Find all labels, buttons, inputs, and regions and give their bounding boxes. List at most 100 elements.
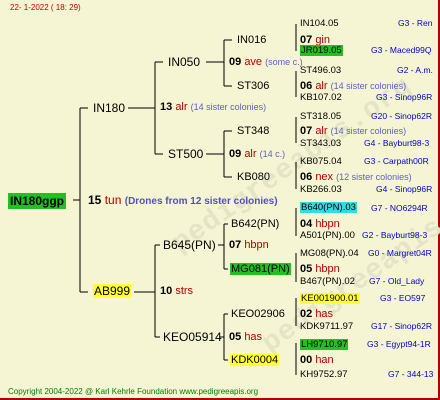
root-queen: tun bbox=[104, 193, 122, 207]
gen-number: 05 bbox=[229, 331, 242, 343]
info-a501: G2 - Bayburt98-3 bbox=[362, 230, 428, 240]
gen-number: 02 bbox=[300, 308, 313, 320]
bee-id: LH9710.97 bbox=[300, 339, 349, 350]
info-st496: G2 - A.m. bbox=[397, 65, 433, 75]
bee-st348[interactable]: ST348 bbox=[237, 126, 269, 137]
gen-in050: 09 ave (some c.) bbox=[229, 57, 303, 68]
root-bee[interactable]: IN180ggp bbox=[8, 193, 67, 209]
info-lh9710: G3 - Egypt94-1R bbox=[367, 339, 431, 349]
gen-number: 09 bbox=[229, 56, 242, 68]
colonies-note: (12 sister colonies) bbox=[336, 172, 412, 182]
gen-st500: 09 alr (14 c.) bbox=[229, 149, 285, 160]
queen-code: hbpn bbox=[315, 218, 340, 230]
bee-id: KE001900.01 bbox=[300, 293, 360, 304]
queen-code: ave bbox=[244, 56, 263, 68]
info-b640: G7 - NO6294R bbox=[371, 203, 428, 213]
gen-number: 06 bbox=[300, 80, 313, 92]
bee-id: MG081(PN) bbox=[230, 263, 291, 275]
root-gen-number: 15 bbox=[88, 193, 102, 207]
queen-code: han bbox=[315, 354, 334, 366]
info-kdk9711: G17 - Sinop62R bbox=[371, 321, 432, 331]
dam-bee[interactable]: AB999 bbox=[93, 284, 132, 298]
root-generation: 15 tun (Drones from 12 sister colonies) bbox=[88, 194, 278, 207]
bee-jr019[interactable]: JR019.05 bbox=[300, 45, 343, 56]
sire-bee[interactable]: IN180 bbox=[93, 102, 125, 114]
root-bee-id: IN180ggp bbox=[8, 193, 67, 209]
sire-generation: 13 alr (14 sister colonies) bbox=[160, 102, 266, 113]
bee-kb107[interactable]: KB107.02 bbox=[300, 93, 342, 103]
bee-b640[interactable]: B640(PN).03 bbox=[300, 202, 357, 213]
colonies-note: (14 c.) bbox=[259, 149, 286, 159]
gen-number: 10 bbox=[160, 285, 173, 297]
gen-keo02906: 02 has bbox=[300, 309, 333, 320]
gen-number: 13 bbox=[160, 101, 173, 113]
colonies-note: (14 sister colonies) bbox=[190, 102, 267, 112]
gen-number: 09 bbox=[229, 148, 242, 160]
bee-ke001900[interactable]: KE001900.01 bbox=[300, 293, 360, 304]
queen-code: strs bbox=[175, 285, 194, 297]
copyright-footer: Copyright 2004-2022 @ Karl Kehrle Founda… bbox=[8, 387, 259, 396]
info-in104: G3 - Ren bbox=[398, 18, 433, 28]
gen-mg081: 05 hbpn bbox=[300, 264, 340, 275]
bee-keo05914[interactable]: KEO05914 bbox=[163, 331, 222, 343]
gen-st306: 06 alr (14 sister colonies) bbox=[300, 81, 406, 92]
dam-generation: 10 strs bbox=[160, 286, 193, 297]
bee-id: JR019.05 bbox=[300, 45, 343, 56]
bee-st500[interactable]: ST500 bbox=[168, 148, 203, 160]
info-kb266: G4 - Sinop96R bbox=[376, 184, 433, 194]
bee-b645[interactable]: B645(PN) bbox=[163, 239, 216, 251]
info-ke001900: G3 - EO597 bbox=[380, 293, 426, 303]
gen-number: 04 bbox=[300, 218, 313, 230]
gen-kb080: 06 nex (12 sister colonies) bbox=[300, 172, 412, 183]
root-colonies: (Drones from 12 sister colonies) bbox=[124, 196, 278, 207]
gen-number: 00 bbox=[300, 354, 313, 366]
print-date: 22- 1-2022 ( 18: 29) bbox=[10, 3, 81, 12]
bee-kh9752[interactable]: KH9752.97 bbox=[300, 370, 348, 380]
bee-mg08[interactable]: MG08(PN).04 bbox=[300, 249, 359, 259]
bee-kb075[interactable]: KB075.04 bbox=[300, 157, 342, 167]
gen-b642: 04 hbpn bbox=[300, 219, 340, 230]
bee-keo02906[interactable]: KEO02906 bbox=[231, 309, 285, 320]
gen-number: 06 bbox=[300, 171, 313, 183]
bee-st318[interactable]: ST318.05 bbox=[300, 112, 341, 122]
info-b467: G7 - Old_Lady bbox=[369, 276, 425, 286]
queen-code: nex bbox=[315, 171, 334, 183]
bee-st343[interactable]: ST343.03 bbox=[300, 139, 341, 149]
bee-lh9710[interactable]: LH9710.97 bbox=[300, 339, 349, 350]
info-kb075: G3 - Carpath00R bbox=[364, 156, 429, 166]
bee-mg081[interactable]: MG081(PN) bbox=[230, 263, 291, 275]
bee-id: AB999 bbox=[93, 284, 132, 298]
bee-b467[interactable]: B467(PN).02 bbox=[300, 277, 355, 287]
bee-st496[interactable]: ST496.03 bbox=[300, 66, 341, 76]
bee-kdk0004[interactable]: KDK0004 bbox=[230, 354, 280, 366]
bee-in104[interactable]: IN104.05 bbox=[300, 19, 339, 29]
bee-kb080[interactable]: KB080 bbox=[237, 172, 270, 183]
bee-st306[interactable]: ST306 bbox=[237, 81, 269, 92]
queen-code: alr bbox=[175, 101, 188, 113]
gen-keo05914: 05 has bbox=[229, 332, 262, 343]
bee-in016[interactable]: IN016 bbox=[237, 35, 266, 46]
queen-code: has bbox=[244, 331, 263, 343]
bee-kb266[interactable]: KB266.03 bbox=[300, 185, 342, 195]
queen-code: alr bbox=[315, 80, 328, 92]
gen-number: 05 bbox=[300, 263, 313, 275]
info-mg08: G0 - Margret04R bbox=[368, 248, 432, 258]
bee-kdk9711[interactable]: KDK9711.97 bbox=[300, 322, 353, 332]
bee-id: KDK0004 bbox=[230, 354, 280, 366]
info-kh9752: G7 - 344-13 bbox=[388, 369, 434, 379]
info-st318: G20 - Sinop62R bbox=[371, 111, 432, 121]
queen-code: has bbox=[315, 308, 334, 320]
queen-code: hbpn bbox=[244, 239, 269, 251]
bee-b642[interactable]: B642(PN) bbox=[231, 219, 279, 230]
bee-in050[interactable]: IN050 bbox=[168, 56, 200, 68]
bee-id: B640(PN).03 bbox=[300, 202, 357, 213]
colonies-note: (14 sister colonies) bbox=[330, 81, 407, 91]
gen-number: 07 bbox=[300, 125, 313, 137]
colonies-note: (some c.) bbox=[265, 57, 303, 67]
queen-code: hbpn bbox=[315, 263, 340, 275]
info-kb107: G3 - Sinop96R bbox=[376, 92, 433, 102]
gen-b645: 07 hbpn bbox=[229, 240, 269, 251]
queen-code: alr bbox=[315, 125, 328, 137]
queen-code: alr bbox=[244, 148, 257, 160]
bee-a501[interactable]: A501(PN).00 bbox=[300, 231, 355, 241]
